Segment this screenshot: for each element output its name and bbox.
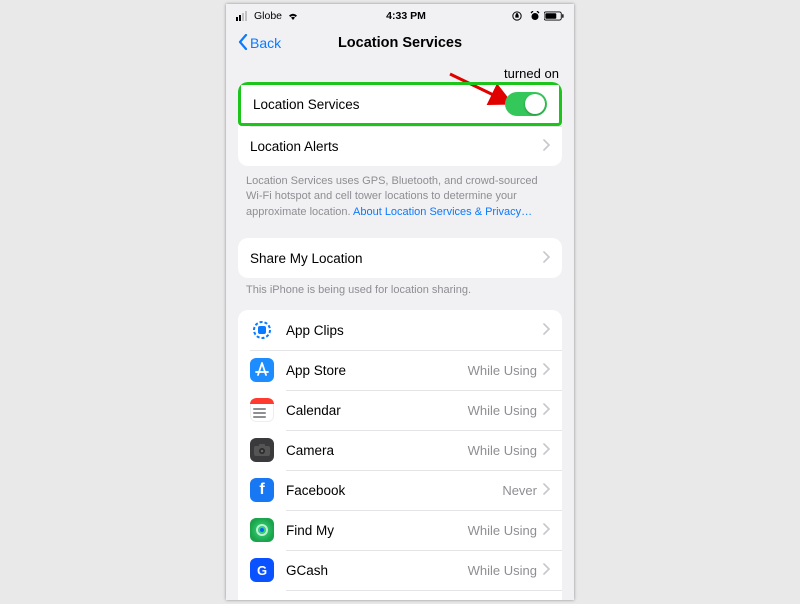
wifi-icon (286, 11, 300, 21)
app-name: Calendar (286, 403, 468, 418)
app-row-findmy[interactable]: Find MyWhile Using (238, 510, 562, 550)
app-name: GCash (286, 563, 468, 578)
app-row-gcash[interactable]: G GCashWhile Using (238, 550, 562, 590)
facebook-icon: f (250, 478, 274, 502)
battery-icon (544, 11, 564, 21)
app-row-calendar[interactable]: CalendarWhile Using (238, 390, 562, 430)
app-permission-value: While Using (468, 363, 537, 378)
carrier-label: Globe (254, 10, 282, 22)
group-location: Location Services Location Alerts (238, 82, 562, 166)
chevron-right-icon (543, 563, 550, 578)
orientation-lock-icon (512, 11, 526, 21)
app-permission-value: While Using (468, 443, 537, 458)
chevron-right-icon (543, 483, 550, 498)
camera-icon (250, 438, 274, 462)
findmy-icon (250, 518, 274, 542)
app-permission-value: While Using (468, 563, 537, 578)
app-row-appstore[interactable]: App StoreWhile Using (238, 350, 562, 390)
row-location-services[interactable]: Location Services (238, 82, 562, 126)
app-name: Camera (286, 443, 468, 458)
location-info-text: Location Services uses GPS, Bluetooth, a… (246, 174, 554, 220)
gcash-icon: G (250, 558, 274, 582)
alarm-icon (530, 11, 540, 21)
row-location-alerts[interactable]: Location Alerts (238, 126, 562, 166)
location-services-label: Location Services (253, 97, 505, 112)
app-name: App Store (286, 363, 468, 378)
gmaps-icon (250, 598, 274, 600)
app-permission-value: Never (502, 483, 537, 498)
appclips-icon (250, 318, 274, 342)
nav-bar: Back Location Services (226, 26, 574, 60)
chevron-right-icon (543, 523, 550, 538)
chevron-right-icon (543, 139, 550, 154)
signal-icon (236, 11, 250, 21)
app-row-gmaps[interactable]: Google MapsWhile Using (238, 590, 562, 600)
app-row-camera[interactable]: CameraWhile Using (238, 430, 562, 470)
page-title: Location Services (226, 35, 574, 51)
share-footer: This iPhone is being used for location s… (246, 284, 554, 296)
status-bar: Globe 4:33 PM (226, 4, 574, 26)
calendar-icon (250, 398, 274, 422)
app-row-appclips[interactable]: App Clips (238, 310, 562, 350)
group-apps: App ClipsApp StoreWhile UsingCalendarWhi… (238, 310, 562, 600)
app-name: App Clips (286, 323, 543, 338)
appstore-icon (250, 358, 274, 382)
group-share: Share My Location (238, 238, 562, 278)
chevron-right-icon (543, 363, 550, 378)
about-privacy-link[interactable]: About Location Services & Privacy… (353, 206, 532, 218)
chevron-right-icon (543, 403, 550, 418)
chevron-right-icon (543, 323, 550, 338)
location-alerts-label: Location Alerts (250, 139, 543, 154)
chevron-right-icon (543, 443, 550, 458)
app-permission-value: While Using (468, 403, 537, 418)
location-services-toggle[interactable] (505, 92, 547, 116)
phone-frame: Globe 4:33 PM Back Location Services (226, 4, 574, 600)
app-permission-value: While Using (468, 523, 537, 538)
row-share-my-location[interactable]: Share My Location (238, 238, 562, 278)
share-my-location-label: Share My Location (250, 251, 543, 266)
app-name: Facebook (286, 483, 502, 498)
app-row-facebook[interactable]: f FacebookNever (238, 470, 562, 510)
annotation-turned-on: turned on (504, 66, 559, 81)
clock: 4:33 PM (386, 10, 426, 22)
chevron-right-icon (543, 251, 550, 266)
app-name: Find My (286, 523, 468, 538)
